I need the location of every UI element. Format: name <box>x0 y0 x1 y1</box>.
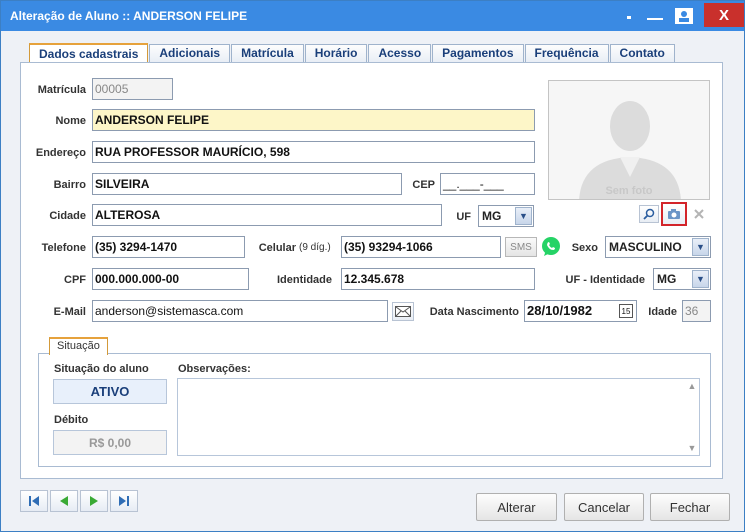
last-record-button[interactable] <box>110 490 138 512</box>
uf-select[interactable]: MG ▼ <box>478 205 534 227</box>
dot-icon <box>627 16 631 19</box>
tab-pagamentos[interactable]: Pagamentos <box>432 44 524 63</box>
alterar-button[interactable]: Alterar <box>476 493 557 521</box>
zoom-photo-button[interactable] <box>639 205 659 223</box>
nome-field[interactable]: ANDERSON FELIPE <box>92 109 535 131</box>
dot-menu-button[interactable] <box>618 1 640 31</box>
cep-label: CEP <box>412 179 435 191</box>
tab-matricula[interactable]: Matrícula <box>231 44 304 63</box>
observacoes-label: Observações: <box>178 363 251 375</box>
sexo-label: Sexo <box>571 242 598 254</box>
debito-value: R$ 0,00 <box>53 430 167 455</box>
next-record-button[interactable] <box>80 490 108 512</box>
envelope-icon <box>395 306 411 317</box>
no-photo-text: Sem foto <box>605 185 653 197</box>
scroll-down-icon[interactable]: ▼ <box>688 443 697 453</box>
student-edit-window: Alteração de Aluno :: ANDERSON FELIPE X … <box>0 0 745 532</box>
window-title: Alteração de Aluno :: ANDERSON FELIPE <box>10 9 248 23</box>
last-icon <box>119 496 129 506</box>
calendar-icon[interactable]: 15 <box>619 304 633 318</box>
celular-label: Celular <box>258 242 296 254</box>
bairro-field[interactable]: SILVEIRA <box>92 173 402 195</box>
celular-field[interactable]: (35) 93294-1066 <box>341 236 501 258</box>
form-panel: Matrícula 00005 Nome ANDERSON FELIPE End… <box>20 62 723 479</box>
tab-contato[interactable]: Contato <box>609 44 675 63</box>
nascimento-field[interactable]: 28/10/1982 15 <box>524 300 637 322</box>
cpf-field[interactable]: 000.000.000-00 <box>92 268 249 290</box>
camera-button[interactable] <box>661 202 687 226</box>
scroll-up-icon[interactable]: ▲ <box>688 381 697 391</box>
user-card-button[interactable] <box>672 1 696 31</box>
uf-select-value: MG <box>482 209 502 223</box>
telefone-label: Telefone <box>41 242 86 254</box>
situacao-group-tab: Situação <box>49 337 108 355</box>
cpf-label: CPF <box>64 274 86 286</box>
remove-x-icon <box>694 209 704 219</box>
close-button[interactable]: X <box>704 3 744 27</box>
sexo-select[interactable]: MASCULINO ▼ <box>605 236 711 258</box>
identidade-label: Identidade <box>276 274 332 286</box>
endereco-label: Endereço <box>35 147 86 159</box>
matricula-field[interactable]: 00005 <box>92 78 173 100</box>
first-record-button[interactable] <box>20 490 48 512</box>
next-icon <box>90 496 98 506</box>
status-badge: ATIVO <box>53 379 167 404</box>
person-silhouette-icon <box>579 101 681 199</box>
nome-label: Nome <box>55 115 86 127</box>
previous-record-button[interactable] <box>50 490 78 512</box>
sexo-select-value: MASCULINO <box>609 240 682 254</box>
first-icon <box>29 496 39 506</box>
situacao-aluno-label: Situação do aluno <box>54 363 149 375</box>
send-email-button[interactable] <box>392 302 414 321</box>
title-bar: Alteração de Aluno :: ANDERSON FELIPE X <box>1 1 744 31</box>
cidade-field[interactable]: ALTEROSA <box>92 204 442 226</box>
debito-label: Débito <box>54 414 89 426</box>
email-label: E-Mail <box>53 306 86 318</box>
uf-label: UF <box>456 211 471 223</box>
chevron-down-icon: ▼ <box>692 238 709 256</box>
tab-horario[interactable]: Horário <box>304 44 368 63</box>
remove-photo-button[interactable] <box>689 205 709 223</box>
telefone-field[interactable]: (35) 3294-1470 <box>92 236 245 258</box>
idade-field: 36 <box>682 300 711 322</box>
idade-label: Idade <box>648 306 677 318</box>
nascimento-label: Data Nascimento <box>429 306 519 318</box>
email-field[interactable]: anderson@sistemasca.com <box>92 300 388 322</box>
matricula-label: Matrícula <box>37 84 86 96</box>
nascimento-value: 28/10/1982 <box>527 303 593 318</box>
observacoes-scrollbar[interactable]: ▲ ▼ <box>685 379 699 455</box>
cep-field[interactable]: __.___-___ <box>440 173 535 195</box>
minimize-button[interactable] <box>644 1 666 31</box>
whatsapp-icon[interactable] <box>540 236 562 258</box>
uf-identidade-select[interactable]: MG ▼ <box>653 268 711 290</box>
uf-identidade-value: MG <box>657 272 677 286</box>
chevron-down-icon: ▼ <box>692 270 709 288</box>
camera-icon <box>668 209 680 219</box>
tab-frequencia[interactable]: Frequência <box>524 44 609 63</box>
tab-acesso[interactable]: Acesso <box>368 44 432 63</box>
sms-button[interactable]: SMS <box>505 237 537 257</box>
tab-bar: Dados cadastrais Adicionais Matrícula Ho… <box>29 43 676 64</box>
photo-frame[interactable]: Sem foto <box>548 80 710 200</box>
minimize-icon <box>647 18 663 20</box>
fechar-button[interactable]: Fechar <box>650 493 730 521</box>
uf-identidade-label: UF - Identidade <box>565 274 645 286</box>
previous-icon <box>60 496 68 506</box>
endereco-field[interactable]: RUA PROFESSOR MAURÍCIO, 598 <box>92 141 535 163</box>
celular-hint: (9 díg.) <box>299 242 331 253</box>
magnifier-icon <box>643 208 655 220</box>
bairro-label: Bairro <box>53 179 86 191</box>
cidade-label: Cidade <box>49 210 86 222</box>
close-icon: X <box>718 6 729 24</box>
id-card-icon <box>675 8 693 24</box>
tab-adicionais[interactable]: Adicionais <box>149 44 231 63</box>
tab-dados-cadastrais[interactable]: Dados cadastrais <box>29 43 149 64</box>
identidade-field[interactable]: 12.345.678 <box>341 268 535 290</box>
chevron-down-icon: ▼ <box>515 207 532 225</box>
cancelar-button[interactable]: Cancelar <box>564 493 644 521</box>
observacoes-textarea[interactable]: ▲ ▼ <box>177 378 700 456</box>
